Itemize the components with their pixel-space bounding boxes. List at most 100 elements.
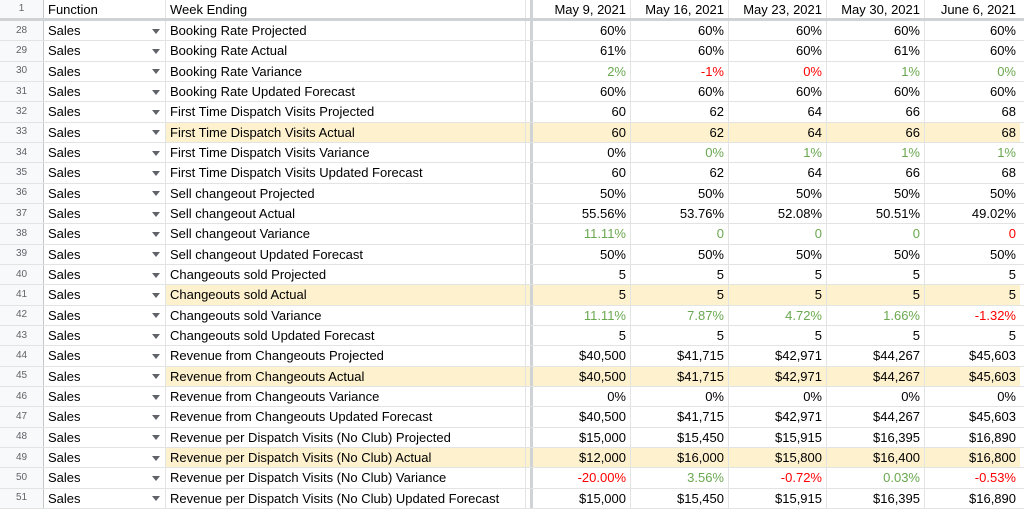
function-dropdown-cell[interactable]: Sales — [44, 21, 166, 41]
function-dropdown-cell[interactable]: Sales — [44, 264, 166, 285]
value-cell[interactable]: 60% — [729, 21, 827, 41]
value-cell[interactable]: 5 — [925, 265, 1020, 284]
dropdown-arrow-icon[interactable] — [152, 374, 160, 380]
value-cell[interactable]: $15,915 — [729, 427, 827, 447]
value-cell[interactable]: $40,500 — [533, 346, 631, 366]
function-dropdown-cell[interactable]: Sales — [44, 285, 166, 305]
metric-name-cell[interactable]: Revenue from Changeouts Variance — [166, 386, 526, 407]
metric-name-cell[interactable]: Revenue per Dispatch Visits (No Club) Ac… — [166, 447, 526, 468]
value-cell[interactable]: $45,603 — [925, 346, 1020, 365]
dropdown-arrow-icon[interactable] — [152, 211, 160, 217]
dropdown-arrow-icon[interactable] — [152, 292, 160, 298]
value-cell[interactable]: 5 — [533, 285, 631, 305]
value-cell[interactable]: 60% — [729, 81, 827, 102]
dropdown-arrow-icon[interactable] — [152, 130, 160, 136]
function-dropdown-cell[interactable]: Sales — [44, 305, 166, 325]
dropdown-arrow-icon[interactable] — [152, 231, 160, 237]
value-cell[interactable]: 50% — [533, 183, 631, 203]
value-cell[interactable]: $41,715 — [631, 346, 729, 366]
value-cell[interactable]: 64 — [729, 122, 827, 142]
value-cell[interactable]: 5 — [729, 285, 827, 305]
metric-name-cell[interactable]: First Time Dispatch Visits Updated Forec… — [166, 163, 526, 183]
row-number[interactable]: 35 — [0, 163, 44, 183]
value-cell[interactable]: 62 — [631, 102, 729, 122]
function-dropdown-cell[interactable]: Sales — [44, 468, 166, 488]
value-cell[interactable]: -20.00% — [533, 468, 631, 488]
metric-name-cell[interactable]: Sell changeout Variance — [166, 224, 526, 244]
value-cell[interactable]: $16,000 — [631, 447, 729, 468]
value-cell[interactable]: $15,915 — [729, 488, 827, 508]
value-cell[interactable]: 0% — [631, 386, 729, 407]
value-cell[interactable]: 50% — [925, 184, 1020, 203]
function-dropdown-cell[interactable]: Sales — [44, 325, 166, 346]
value-cell[interactable]: $12,000 — [533, 447, 631, 468]
value-cell[interactable]: 61% — [533, 41, 631, 61]
value-cell[interactable]: $15,450 — [631, 488, 729, 508]
value-cell[interactable]: 50% — [729, 244, 827, 264]
value-cell[interactable]: 5 — [533, 325, 631, 346]
value-cell[interactable]: 61% — [827, 41, 925, 61]
value-cell[interactable]: 1.66% — [827, 305, 925, 325]
value-cell[interactable]: 7.87% — [631, 305, 729, 325]
metric-name-cell[interactable]: Revenue from Changeouts Actual — [166, 366, 526, 386]
value-cell[interactable]: 66 — [827, 163, 925, 183]
value-cell[interactable]: $40,500 — [533, 366, 631, 386]
value-cell[interactable]: 50% — [827, 244, 925, 264]
value-cell[interactable]: 52.08% — [729, 203, 827, 224]
value-cell[interactable]: $16,800 — [925, 447, 1020, 468]
metric-name-cell[interactable]: Sell changeout Actual — [166, 203, 526, 224]
value-cell[interactable]: 5 — [631, 264, 729, 285]
value-cell[interactable]: 5 — [729, 264, 827, 285]
dropdown-arrow-icon[interactable] — [152, 109, 160, 115]
value-cell[interactable]: 11.11% — [533, 224, 631, 244]
value-cell[interactable]: 60% — [533, 81, 631, 102]
value-cell[interactable]: 68 — [925, 102, 1020, 121]
value-cell[interactable]: $44,267 — [827, 346, 925, 366]
value-cell[interactable]: 64 — [729, 102, 827, 122]
value-cell[interactable]: 60 — [533, 163, 631, 183]
value-cell[interactable]: 50% — [631, 244, 729, 264]
value-cell[interactable]: 0% — [729, 386, 827, 407]
dropdown-arrow-icon[interactable] — [152, 272, 160, 278]
header-date[interactable]: May 30, 2021 — [827, 0, 925, 18]
value-cell[interactable]: 0% — [729, 61, 827, 81]
row-number[interactable]: 38 — [0, 224, 44, 244]
function-dropdown-cell[interactable]: Sales — [44, 407, 166, 427]
header-date[interactable]: May 9, 2021 — [533, 0, 631, 18]
value-cell[interactable]: 68 — [925, 122, 1020, 142]
value-cell[interactable]: $42,971 — [729, 366, 827, 386]
header-date[interactable]: May 23, 2021 — [729, 0, 827, 18]
value-cell[interactable]: $41,715 — [631, 407, 729, 427]
row-number[interactable]: 41 — [0, 285, 44, 305]
value-cell[interactable]: 5 — [729, 325, 827, 346]
value-cell[interactable]: 0% — [925, 387, 1020, 406]
row-number[interactable]: 48 — [0, 427, 44, 447]
row-number[interactable]: 1 — [0, 0, 44, 18]
metric-name-cell[interactable]: Booking Rate Variance — [166, 61, 526, 81]
value-cell[interactable]: $16,890 — [925, 428, 1020, 447]
dropdown-arrow-icon[interactable] — [152, 150, 160, 156]
metric-name-cell[interactable]: Revenue from Changeouts Updated Forecast — [166, 407, 526, 427]
value-cell[interactable]: 60% — [827, 81, 925, 102]
value-cell[interactable]: 0% — [827, 386, 925, 407]
row-number[interactable]: 51 — [0, 488, 44, 508]
row-number[interactable]: 33 — [0, 122, 44, 142]
row-number[interactable]: 47 — [0, 407, 44, 427]
metric-name-cell[interactable]: Booking Rate Actual — [166, 41, 526, 61]
value-cell[interactable]: 1% — [827, 61, 925, 81]
dropdown-arrow-icon[interactable] — [152, 170, 160, 176]
function-dropdown-cell[interactable]: Sales — [44, 447, 166, 468]
function-dropdown-cell[interactable]: Sales — [44, 366, 166, 386]
row-number[interactable]: 50 — [0, 468, 44, 488]
value-cell[interactable]: 5 — [631, 325, 729, 346]
value-cell[interactable]: $15,000 — [533, 488, 631, 508]
value-cell[interactable]: 68 — [925, 163, 1020, 182]
row-number[interactable]: 49 — [0, 447, 44, 468]
value-cell[interactable]: $42,971 — [729, 346, 827, 366]
metric-name-cell[interactable]: Changeouts sold Projected — [166, 264, 526, 285]
value-cell[interactable]: 0 — [729, 224, 827, 244]
value-cell[interactable]: $15,450 — [631, 427, 729, 447]
row-number[interactable]: 44 — [0, 346, 44, 366]
value-cell[interactable]: 50% — [631, 183, 729, 203]
value-cell[interactable]: 60% — [729, 41, 827, 61]
